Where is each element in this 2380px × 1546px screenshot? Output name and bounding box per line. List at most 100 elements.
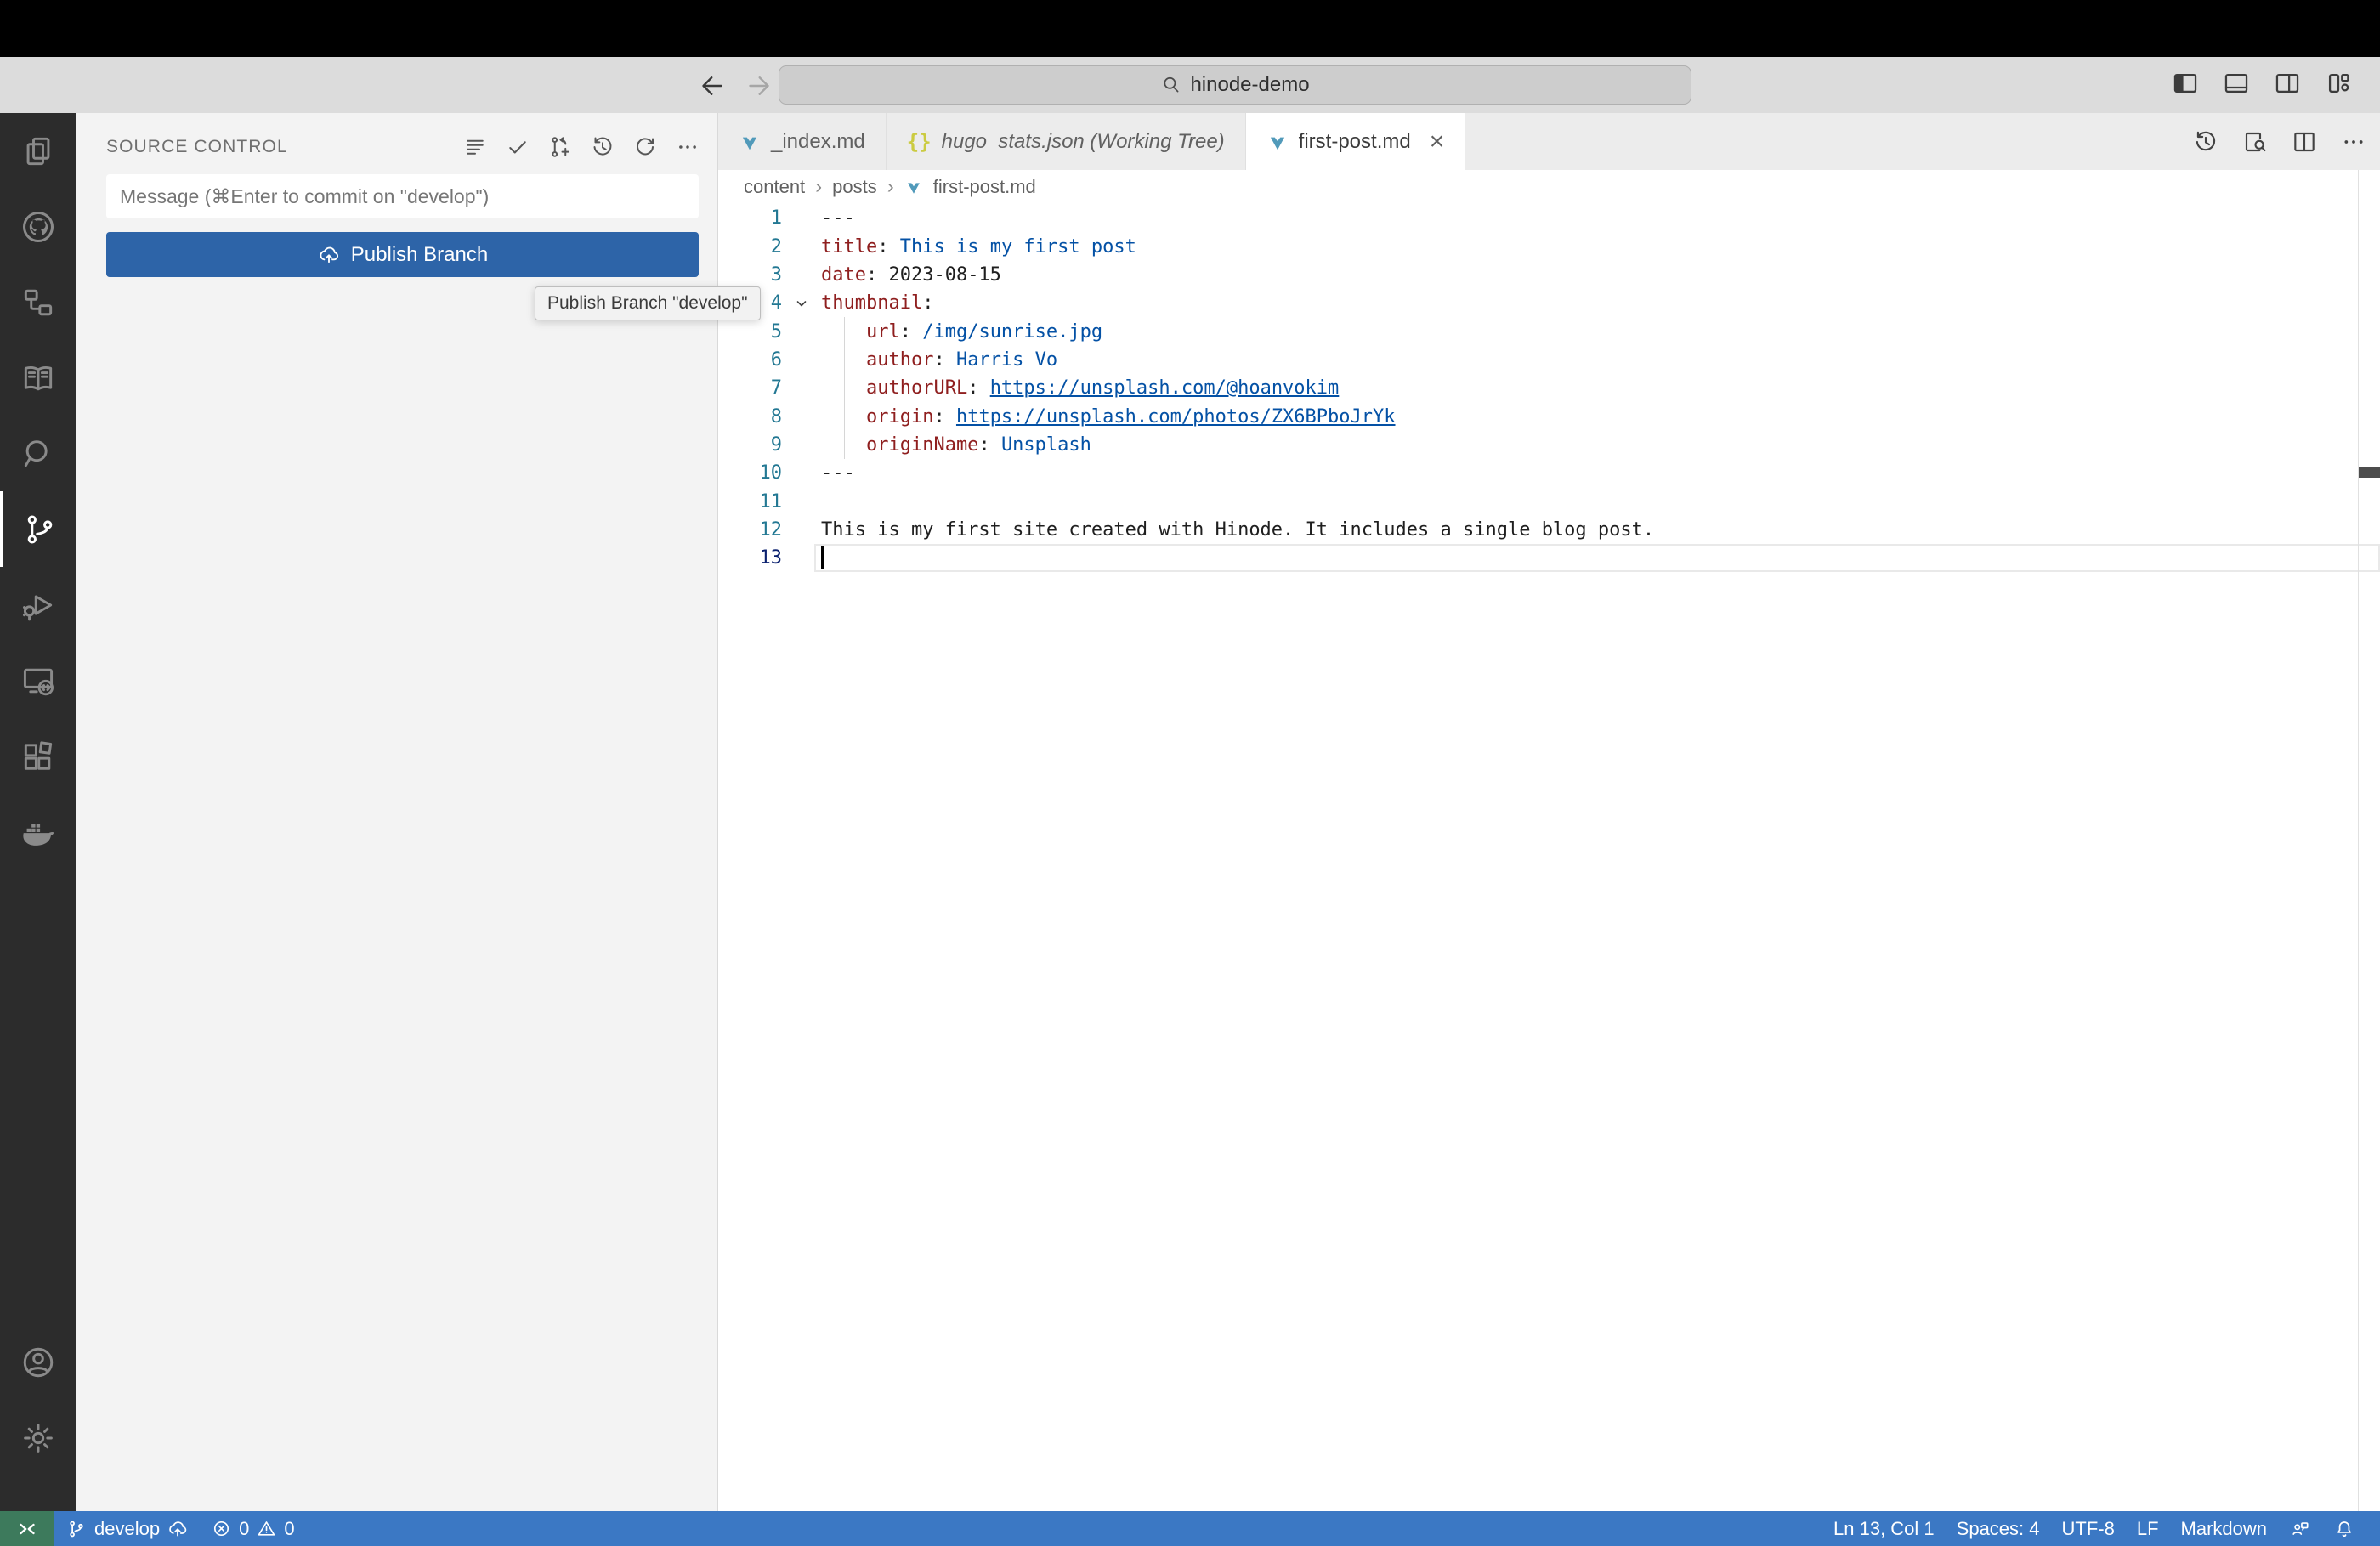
encoding-status[interactable]: UTF-8 xyxy=(2051,1511,2126,1546)
sidebar-item-references[interactable] xyxy=(0,264,76,340)
sidebar-item-extensions[interactable] xyxy=(0,718,76,794)
commit-message-input[interactable] xyxy=(106,174,699,218)
code-line[interactable]: 5 url: /img/sunrise.jpg xyxy=(718,317,2380,345)
refresh-button[interactable] xyxy=(632,134,658,160)
github-icon xyxy=(22,211,54,242)
tab-label: hugo_stats.json (Working Tree) xyxy=(941,129,1225,153)
line-number[interactable]: 12 xyxy=(718,519,783,541)
code-token: : xyxy=(933,405,956,428)
code-line[interactable]: 10 --- xyxy=(718,459,2380,487)
open-preview-button[interactable] xyxy=(2241,127,2270,156)
code-token: Unsplash xyxy=(1000,433,1091,456)
code-token: url xyxy=(821,320,900,343)
sidebar-item-docker[interactable] xyxy=(0,794,76,869)
split-editor-button[interactable] xyxy=(2290,127,2319,156)
sidebar-item-github[interactable] xyxy=(0,189,76,264)
search-icon xyxy=(24,439,48,467)
toggle-panel-button[interactable] xyxy=(2220,67,2252,99)
line-number-active[interactable]: 13 xyxy=(718,547,783,569)
code-line[interactable]: 4 thumbnail: xyxy=(718,289,2380,317)
source-control-icon xyxy=(27,515,52,544)
sidebar-item-explorer[interactable] xyxy=(0,113,76,189)
code-token-link[interactable]: https://unsplash.com/@hoanvokim xyxy=(990,377,1340,399)
code-editor[interactable]: 1 --- 2 title: This is my first post 3 d… xyxy=(718,204,2380,572)
docker-whale-icon xyxy=(22,823,54,846)
code-token: /img/sunrise.jpg xyxy=(922,320,1103,343)
line-number[interactable]: 9 xyxy=(718,434,782,456)
code-line[interactable]: 7 authorURL: https://unsplash.com/@hoanv… xyxy=(718,374,2380,402)
close-tab-icon[interactable]: × xyxy=(1430,128,1445,155)
sidebar-item-docs[interactable] xyxy=(0,340,76,416)
breadcrumb: content › posts › first-post.md xyxy=(744,170,1036,204)
eol-status[interactable]: LF xyxy=(2126,1511,2170,1546)
publish-branch-button[interactable]: Publish Branch xyxy=(106,232,699,277)
line-number[interactable]: 11 xyxy=(718,491,783,513)
more-actions-button[interactable] xyxy=(675,134,700,160)
line-number[interactable]: 8 xyxy=(718,406,782,428)
history-button[interactable] xyxy=(590,134,615,160)
code-line[interactable]: 6 author: Harris Vo xyxy=(718,346,2380,374)
customize-layout-icon xyxy=(2328,73,2349,93)
indent-guide xyxy=(844,317,845,460)
publish-cloud-icon xyxy=(169,1521,187,1536)
warnings-icon xyxy=(258,1521,275,1536)
remote-indicator[interactable] xyxy=(0,1511,54,1546)
code-line[interactable]: 8 origin: https://unsplash.com/photos/ZX… xyxy=(718,402,2380,430)
window-title-search[interactable]: hinode-demo xyxy=(779,65,1692,105)
more-actions-button[interactable] xyxy=(2339,127,2368,156)
line-number[interactable]: 10 xyxy=(718,462,783,484)
view-as-list-button[interactable] xyxy=(462,134,488,160)
line-number[interactable]: 7 xyxy=(718,377,782,399)
overview-ruler[interactable] xyxy=(2358,170,2359,1511)
timeline-history-button[interactable] xyxy=(2191,127,2220,156)
breadcrumb-item[interactable]: content xyxy=(744,176,805,198)
code-line[interactable]: 11 xyxy=(718,487,2380,515)
toggle-primary-sidebar-button[interactable] xyxy=(2169,67,2202,99)
code-token: This is my first site created with Hinod… xyxy=(821,518,1655,541)
settings-button[interactable] xyxy=(0,1400,76,1475)
remote-preview-icon xyxy=(23,668,54,695)
sidebar-item-search[interactable] xyxy=(0,416,76,491)
toggle-secondary-sidebar-button[interactable] xyxy=(2271,67,2304,99)
line-number[interactable]: 6 xyxy=(718,349,782,371)
feedback-button[interactable] xyxy=(2278,1511,2322,1546)
sidebar-item-source-control[interactable] xyxy=(0,491,79,567)
accounts-button[interactable] xyxy=(0,1324,76,1400)
sidebar-item-run-debug[interactable] xyxy=(0,567,76,643)
line-number[interactable]: 1 xyxy=(718,207,782,229)
code-token-link[interactable]: https://unsplash.com/photos/ZX6BPboJrYk xyxy=(956,406,1396,428)
branch-status[interactable]: develop xyxy=(54,1511,200,1546)
fold-toggle[interactable] xyxy=(782,293,821,314)
tab-hugo-stats-json[interactable]: {} hugo_stats.json (Working Tree) xyxy=(886,113,1246,170)
language-mode-status[interactable]: Markdown xyxy=(2170,1511,2278,1546)
nav-forward-button[interactable] xyxy=(742,69,776,103)
json-file-icon: {} xyxy=(906,129,932,154)
code-line[interactable]: 9 originName: Unsplash xyxy=(718,431,2380,459)
layout-sidebar-right-icon xyxy=(2275,73,2299,93)
markdown-file-icon xyxy=(907,183,920,194)
indentation-status[interactable]: Spaces: 4 xyxy=(1946,1511,2051,1546)
tab-first-post-md[interactable]: first-post.md × xyxy=(1245,113,1466,170)
branch-actions-button[interactable] xyxy=(547,134,573,160)
customize-layout-button[interactable] xyxy=(2322,67,2354,99)
breadcrumb-item[interactable]: first-post.md xyxy=(933,176,1036,198)
tab-index-md[interactable]: _index.md xyxy=(718,113,887,170)
code-line[interactable]: 2 title: This is my first post xyxy=(718,232,2380,260)
commit-button[interactable] xyxy=(505,134,530,160)
problems-status[interactable]: 0 0 xyxy=(200,1511,306,1546)
layout-sidebar-left-icon xyxy=(2173,73,2197,93)
cursor-position-status[interactable]: Ln 13, Col 1 xyxy=(1822,1511,1946,1546)
code-line[interactable]: 1 --- xyxy=(718,204,2380,232)
code-line[interactable]: 12 This is my first site created with Hi… xyxy=(718,516,2380,544)
notifications-button[interactable] xyxy=(2322,1511,2366,1546)
sidebar-item-remote-explorer[interactable] xyxy=(0,643,76,718)
cloud-upload-icon xyxy=(320,246,338,263)
code-line[interactable]: 3 date: 2023-08-15 xyxy=(718,261,2380,289)
nav-back-button[interactable] xyxy=(695,69,729,103)
line-number[interactable]: 3 xyxy=(718,264,782,286)
ellipsis-icon xyxy=(679,145,696,149)
breadcrumb-item[interactable]: posts xyxy=(832,176,877,198)
workspace-title: hinode-demo xyxy=(1190,73,1310,96)
line-number[interactable]: 2 xyxy=(718,236,782,258)
line-number[interactable]: 5 xyxy=(718,321,782,343)
